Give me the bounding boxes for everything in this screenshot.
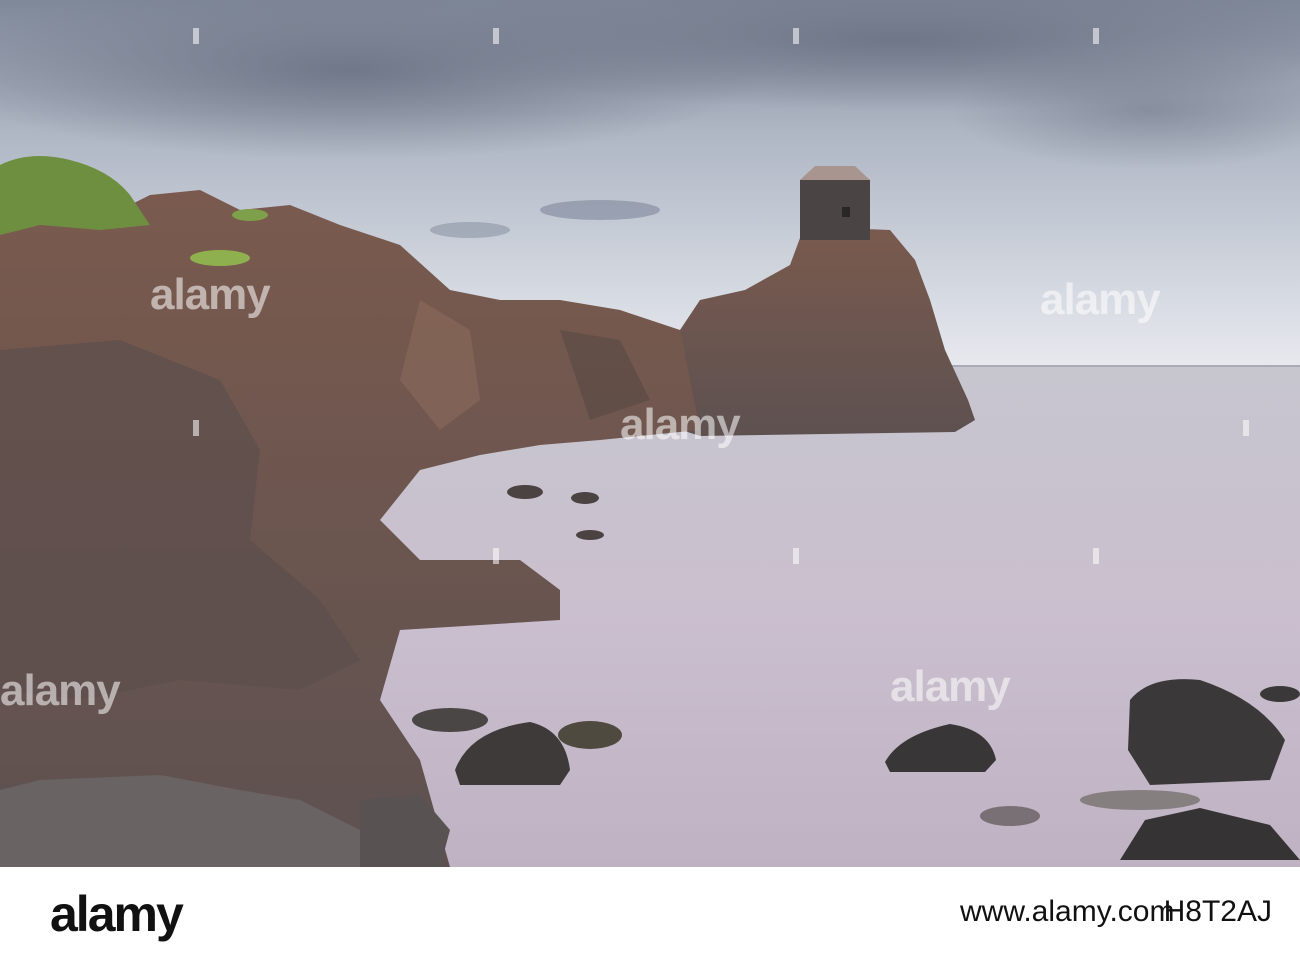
site-domain: www.alamy.com — [960, 895, 1175, 928]
boulder — [412, 708, 488, 732]
watermark: alamy — [890, 662, 1011, 711]
watermark-mark — [1243, 420, 1249, 436]
watermark-mark — [793, 28, 799, 44]
watermark: alamy — [0, 666, 121, 715]
watermark-mark — [1093, 28, 1099, 44]
watermark-mark — [193, 420, 199, 436]
watermark-mark — [493, 28, 499, 44]
watermark-mark — [1093, 548, 1099, 564]
boulder — [558, 721, 622, 749]
watermark: alamy — [150, 270, 271, 319]
footer-bar: alamy www.alamy.com H8T2AJ — [0, 867, 1300, 956]
watermark: alamy — [620, 400, 741, 449]
watchtower — [800, 166, 870, 240]
alamy-logo: alamy — [50, 886, 184, 942]
watermark-mark — [793, 548, 799, 564]
watermark-mark — [193, 28, 199, 44]
watermark: alamy — [1040, 275, 1161, 324]
watermark-mark — [493, 548, 499, 564]
coastal-photo: alamy alamy alamy alamy alamy — [0, 0, 1300, 867]
image-id: H8T2AJ — [1163, 895, 1272, 928]
